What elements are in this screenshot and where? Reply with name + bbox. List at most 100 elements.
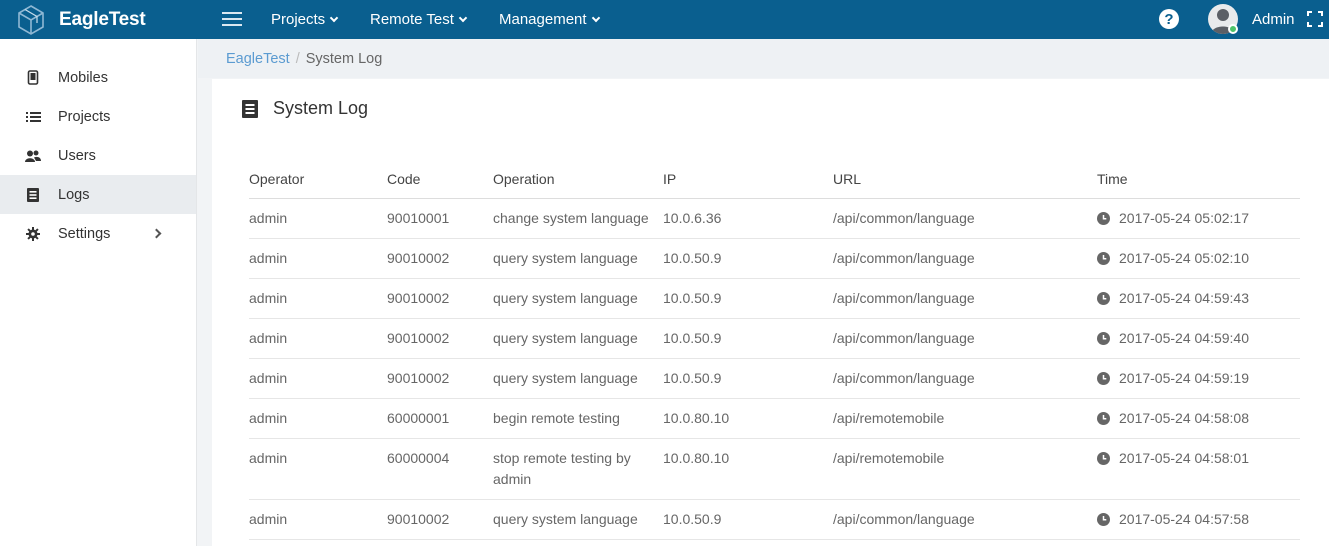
column-header-operator[interactable]: Operator bbox=[249, 160, 387, 199]
column-header-code[interactable]: Code bbox=[387, 160, 493, 199]
cell-time: 2017-05-24 04:59:19 bbox=[1097, 358, 1300, 399]
cell-url: /api/remotemobile bbox=[833, 438, 1097, 500]
sidebar-item-label: Logs bbox=[58, 186, 90, 203]
cell-operator: admin bbox=[249, 238, 387, 279]
sidebar-item-settings[interactable]: Settings bbox=[0, 214, 196, 253]
sidebar-item-projects[interactable]: Projects bbox=[0, 97, 196, 136]
clock-icon bbox=[1097, 291, 1110, 305]
table-row[interactable]: admin 90010002 query system language 10.… bbox=[249, 358, 1300, 399]
cell-ip: 10.0.80.10 bbox=[663, 438, 833, 500]
cell-url: /api/common/language bbox=[833, 278, 1097, 319]
sidebar-item-label: Projects bbox=[58, 108, 111, 125]
cell-operation: query system language bbox=[493, 238, 663, 279]
sidebar-item-label: Settings bbox=[58, 225, 111, 242]
cell-time: 2017-05-24 05:02:17 bbox=[1097, 198, 1300, 239]
page-title-text: System Log bbox=[273, 98, 369, 118]
cell-time-text: 2017-05-24 05:02:10 bbox=[1119, 249, 1249, 266]
table-row[interactable]: admin 90010001 change system language 10… bbox=[249, 198, 1300, 239]
chevron-down-icon bbox=[591, 13, 600, 22]
chevron-down-icon bbox=[329, 13, 339, 22]
cell-url: /api/common/language bbox=[833, 318, 1097, 359]
cell-time-text: 2017-05-24 04:57:58 bbox=[1119, 510, 1249, 527]
main-panel: System Log Operator Code Operation IP UR… bbox=[212, 79, 1329, 546]
menu-toggle-icon[interactable] bbox=[222, 12, 242, 28]
sidebar: Mobiles Projects Users Logs Settings bbox=[0, 39, 197, 546]
users-icon bbox=[25, 148, 41, 164]
breadcrumb-current: System Log bbox=[305, 50, 383, 67]
nav-management-label: Management bbox=[499, 11, 587, 28]
sidebar-item-label: Users bbox=[58, 147, 96, 164]
cell-ip: 10.0.6.36 bbox=[663, 198, 833, 239]
cell-time-text: 2017-05-24 04:59:19 bbox=[1119, 369, 1249, 386]
cell-url: /api/common/language bbox=[833, 358, 1097, 399]
cell-operator: admin bbox=[249, 278, 387, 319]
cell-operation: begin remote testing bbox=[493, 398, 663, 439]
column-header-ip[interactable]: IP bbox=[663, 160, 833, 199]
cell-time: 2017-05-24 04:58:08 bbox=[1097, 398, 1300, 439]
cell-ip: 10.0.50.9 bbox=[663, 358, 833, 399]
clock-icon bbox=[1097, 371, 1110, 385]
sidebar-item-users[interactable]: Users bbox=[0, 136, 196, 175]
cell-ip: 10.0.50.9 bbox=[663, 278, 833, 319]
nav-management-menu[interactable]: Management bbox=[499, 0, 600, 39]
cell-code: 90010001 bbox=[387, 198, 493, 239]
cell-operation: query system language bbox=[493, 278, 663, 319]
column-header-operation[interactable]: Operation bbox=[493, 160, 663, 199]
table-row[interactable]: admin 90010002 query system language 10.… bbox=[249, 499, 1300, 540]
cell-code: 90010002 bbox=[387, 238, 493, 279]
log-icon bbox=[25, 187, 41, 203]
cell-url: /api/common/language bbox=[833, 238, 1097, 279]
cell-time: 2017-05-24 04:58:01 bbox=[1097, 438, 1300, 500]
column-header-url[interactable]: URL bbox=[833, 160, 1097, 199]
cell-operation: stop remote testing by admin bbox=[493, 438, 663, 500]
table-row[interactable]: admin 60000004 stop remote testing by ad… bbox=[249, 438, 1300, 500]
clock-icon bbox=[1097, 331, 1110, 345]
cell-code: 60000004 bbox=[387, 438, 493, 500]
cell-url: /api/common/language bbox=[833, 198, 1097, 239]
sidebar-item-mobiles[interactable]: Mobiles bbox=[0, 58, 196, 97]
gear-icon bbox=[25, 226, 41, 242]
table-row[interactable]: admin 90010002 query system language 10.… bbox=[249, 278, 1300, 319]
cell-time: 2017-05-24 04:59:40 bbox=[1097, 318, 1300, 359]
nav-remote-test-label: Remote Test bbox=[370, 11, 454, 28]
cell-code: 90010002 bbox=[387, 499, 493, 540]
clock-icon bbox=[1097, 512, 1110, 526]
breadcrumb-separator: / bbox=[295, 50, 300, 67]
log-icon bbox=[242, 99, 258, 118]
user-name: Admin bbox=[1252, 11, 1295, 28]
cell-time-text: 2017-05-24 04:59:43 bbox=[1119, 289, 1249, 306]
cell-ip: 10.0.80.10 bbox=[663, 398, 833, 439]
brand[interactable]: EagleTest bbox=[16, 0, 146, 39]
cell-operation: query system language bbox=[493, 358, 663, 399]
nav-remote-test-menu[interactable]: Remote Test bbox=[370, 0, 468, 39]
sidebar-item-label: Mobiles bbox=[58, 69, 108, 86]
user-menu[interactable]: Admin bbox=[1252, 0, 1295, 39]
cell-operation: query system language bbox=[493, 318, 663, 359]
clock-icon bbox=[1097, 451, 1110, 465]
table-row[interactable]: admin 90010002 query system language 10.… bbox=[249, 318, 1300, 359]
sidebar-item-logs[interactable]: Logs bbox=[0, 175, 196, 214]
page-title: System Log bbox=[242, 98, 368, 119]
cell-operator: admin bbox=[249, 318, 387, 359]
cell-code: 60000001 bbox=[387, 398, 493, 439]
online-status-indicator bbox=[1228, 24, 1238, 34]
system-log-table: Operator Code Operation IP URL Time admi… bbox=[249, 160, 1300, 540]
cell-ip: 10.0.50.9 bbox=[663, 238, 833, 279]
cell-time-text: 2017-05-24 04:58:01 bbox=[1119, 449, 1249, 466]
table-row[interactable]: admin 90010002 query system language 10.… bbox=[249, 238, 1300, 279]
fullscreen-icon[interactable] bbox=[1307, 11, 1323, 27]
chevron-right-icon bbox=[151, 228, 162, 239]
cell-url: /api/remotemobile bbox=[833, 398, 1097, 439]
cell-operator: admin bbox=[249, 438, 387, 500]
table-row[interactable]: admin 60000001 begin remote testing 10.0… bbox=[249, 398, 1300, 439]
clock-icon bbox=[1097, 411, 1110, 425]
help-icon[interactable]: ? bbox=[1159, 9, 1179, 29]
cell-ip: 10.0.50.9 bbox=[663, 499, 833, 540]
breadcrumb: EagleTest / System Log bbox=[198, 39, 1329, 78]
cell-time-text: 2017-05-24 05:02:17 bbox=[1119, 209, 1249, 226]
cell-code: 90010002 bbox=[387, 358, 493, 399]
column-header-time[interactable]: Time bbox=[1097, 160, 1300, 199]
nav-projects-menu[interactable]: Projects bbox=[271, 0, 339, 39]
cell-time: 2017-05-24 04:59:43 bbox=[1097, 278, 1300, 319]
breadcrumb-home-link[interactable]: EagleTest bbox=[226, 51, 290, 67]
